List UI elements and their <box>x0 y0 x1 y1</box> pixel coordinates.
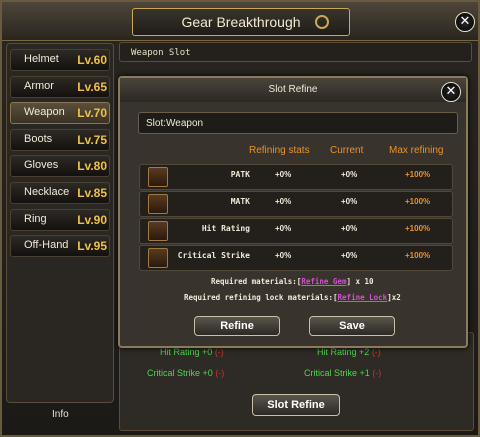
refine-stat-row: Hit Rating +0% +0% +100% <box>139 218 453 244</box>
slot-stat-value: +0 <box>202 347 213 357</box>
refine-lock-link[interactable]: Refine Lock <box>338 293 388 302</box>
close-icon[interactable]: ✕ <box>441 82 461 102</box>
slot-stat-name: Hit Rating <box>160 347 200 357</box>
lock-icon[interactable] <box>148 167 168 187</box>
stat-max: +100% <box>405 224 431 233</box>
sidebar-item-level: Lv.70 <box>77 106 107 120</box>
ornament-icon <box>315 15 329 29</box>
close-icon[interactable]: ✕ <box>455 12 475 32</box>
slot-stat: Hit Rating +2 (-) <box>317 347 381 357</box>
slot-stat-name: Hit Rating <box>317 347 357 357</box>
sidebar-item-level: Lv.60 <box>77 53 107 67</box>
sidebar-item-label: Ring <box>24 213 47 225</box>
sidebar-item-label: Armor <box>24 80 54 92</box>
required-lock-materials: Required refining lock materials:[Refine… <box>184 293 401 302</box>
sidebar-item-label: Off-Hand <box>24 239 69 251</box>
slot-stat: Critical Strike +1 (-) <box>304 368 381 378</box>
stat-refining: +0% <box>275 251 292 260</box>
sidebar-item-weapon[interactable]: Weapon Lv.70 <box>10 102 110 124</box>
required-materials-suffix: ] x 10 <box>346 277 374 286</box>
sidebar-item-level: Lv.85 <box>77 186 107 200</box>
sidebar-item-label: Helmet <box>24 53 59 65</box>
slot-stat-extra: (-) <box>372 368 382 378</box>
slot-stat-value: +2 <box>359 347 370 357</box>
refine-gem-link[interactable]: Refine Gem <box>301 277 346 286</box>
slot-stat: Critical Strike +0 (-) <box>147 368 224 378</box>
stat-refining: +0% <box>275 197 292 206</box>
column-header-refining: Refining stats <box>249 145 310 156</box>
stat-name: Critical Strike <box>177 251 250 260</box>
required-lock-prefix: Required refining lock materials:[ <box>184 293 338 302</box>
slot-refine-dialog: Slot Refine ✕ Slot:Weapon Refining stats… <box>118 76 468 348</box>
refine-stat-row: PATK +0% +0% +100% <box>139 164 453 190</box>
slot-stat-value: +0 <box>202 368 213 378</box>
required-materials-prefix: Required materials:[ <box>211 277 302 286</box>
sidebar-item-label: Weapon <box>24 106 65 118</box>
save-button[interactable]: Save <box>309 316 395 336</box>
slot-field: Slot:Weapon <box>138 112 458 134</box>
sidebar-item-label: Boots <box>24 133 53 145</box>
sidebar-item-ring[interactable]: Ring Lv.90 <box>10 209 110 231</box>
slot-stat: Hit Rating +0 (-) <box>160 347 224 357</box>
stat-max: +100% <box>405 170 431 179</box>
slot-stat-value: +1 <box>359 368 370 378</box>
slot-refine-button[interactable]: Slot Refine <box>252 394 340 416</box>
refine-stat-row: MATK +0% +0% +100% <box>139 191 453 217</box>
stat-current: +0% <box>341 224 358 233</box>
info-tab[interactable]: Info <box>52 409 69 420</box>
stat-refining: +0% <box>275 224 292 233</box>
sidebar-item-label: Gloves <box>24 159 59 171</box>
refine-stat-row: Critical Strike +0% +0% +100% <box>139 245 453 271</box>
slot-stat-name: Critical Strike <box>304 368 358 378</box>
gear-breakthrough-window: Gear Breakthrough ✕ Helmet Lv.60 Armor L… <box>0 0 480 437</box>
sidebar-item-boots[interactable]: Boots Lv.75 <box>10 129 110 151</box>
sidebar-item-gloves[interactable]: Gloves Lv.80 <box>10 155 110 177</box>
sidebar-item-label: Necklace <box>24 186 70 198</box>
sidebar-item-level: Lv.80 <box>77 159 107 173</box>
stat-name: Hit Rating <box>201 224 250 233</box>
weapon-slot-bar: Weapon Slot <box>119 42 472 62</box>
dialog-title: Slot Refine <box>120 78 466 102</box>
stat-name: MATK <box>230 197 250 206</box>
stat-current: +0% <box>341 197 358 206</box>
stat-name: PATK <box>230 170 250 179</box>
lock-icon[interactable] <box>148 194 168 214</box>
lock-icon[interactable] <box>148 221 168 241</box>
lock-icon[interactable] <box>148 248 168 268</box>
sidebar-item-necklace[interactable]: Necklace Lv.85 <box>10 182 110 204</box>
sidebar-item-armor[interactable]: Armor Lv.65 <box>10 76 110 98</box>
window-titlebar: Gear Breakthrough ✕ <box>2 2 478 41</box>
sidebar-item-off-hand[interactable]: Off-Hand Lv.95 <box>10 235 110 257</box>
required-materials: Required materials:[Refine Gem] x 10 <box>211 277 374 286</box>
slot-stat-extra: (-) <box>214 347 224 357</box>
column-header-max: Max refining <box>389 145 444 156</box>
stat-refining: +0% <box>275 170 292 179</box>
sidebar-item-level: Lv.65 <box>77 80 107 94</box>
column-header-current: Current <box>330 145 364 156</box>
stat-max: +100% <box>405 197 431 206</box>
sidebar-item-level: Lv.90 <box>77 213 107 227</box>
sidebar-item-level: Lv.95 <box>77 239 107 253</box>
slot-stat-name: Critical Strike <box>147 368 201 378</box>
gear-slot-sidebar: Helmet Lv.60 Armor Lv.65 Weapon Lv.70 Bo… <box>6 43 114 403</box>
stat-max: +100% <box>405 251 431 260</box>
refine-button[interactable]: Refine <box>194 316 280 336</box>
stat-current: +0% <box>341 170 358 179</box>
stat-current: +0% <box>341 251 358 260</box>
sidebar-item-helmet[interactable]: Helmet Lv.60 <box>10 49 110 71</box>
slot-stat-extra: (-) <box>371 347 381 357</box>
sidebar-item-level: Lv.75 <box>77 133 107 147</box>
required-lock-suffix: ]x2 <box>387 293 401 302</box>
slot-stat-extra: (-) <box>215 368 225 378</box>
